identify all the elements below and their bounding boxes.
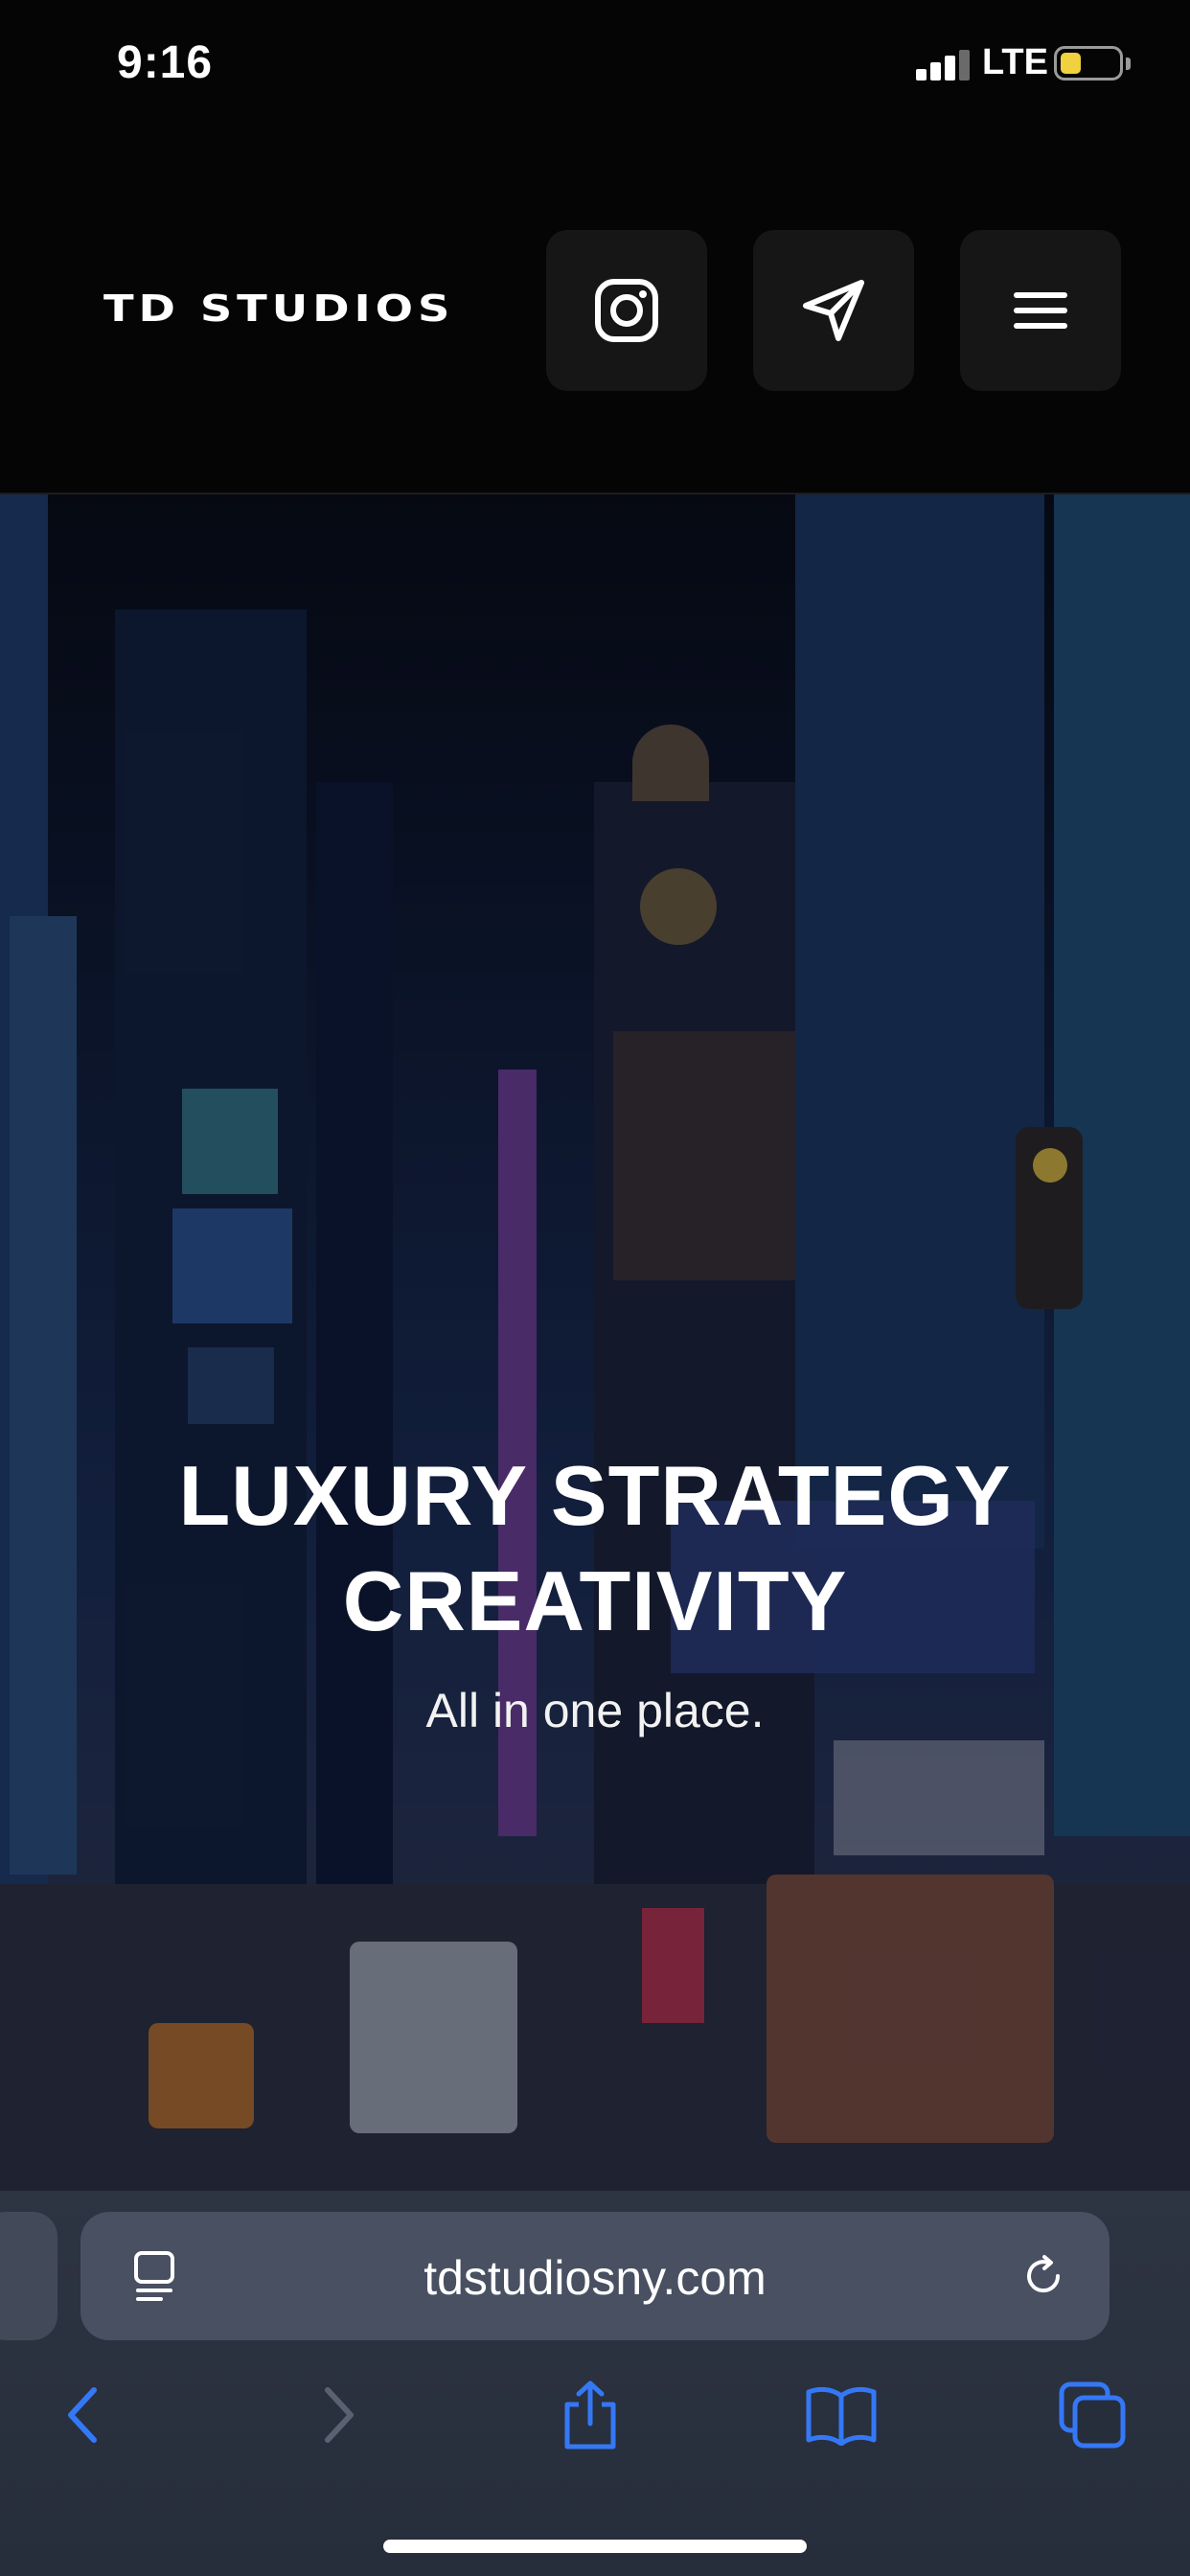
hero-subtitle: All in one place. <box>425 1684 765 1737</box>
home-indicator <box>383 2540 807 2553</box>
instagram-button[interactable] <box>546 230 707 391</box>
previous-tab-peek[interactable] <box>0 2212 57 2340</box>
forward-button[interactable] <box>291 2377 387 2453</box>
share-icon <box>564 2380 616 2450</box>
bookmarks-button[interactable] <box>793 2377 889 2453</box>
hero-title-line2: CREATIVITY <box>342 1553 848 1648</box>
battery-tip <box>1126 58 1131 70</box>
reload-icon[interactable] <box>1019 2252 1067 2300</box>
status-bar: 9:16 LTE <box>0 0 1190 126</box>
menu-icon <box>1014 292 1067 329</box>
url-text[interactable]: tdstudiosny.com <box>80 2250 1110 2306</box>
send-icon <box>803 280 864 341</box>
menu-button[interactable] <box>960 230 1121 391</box>
back-button[interactable] <box>34 2377 130 2453</box>
hero-title-line1: LUXURY STRATEGY <box>178 1448 1012 1543</box>
network-label: LTE <box>982 42 1048 82</box>
share-button[interactable] <box>542 2377 638 2453</box>
brand-logo[interactable]: TD STUDIOS <box>103 288 454 330</box>
back-icon <box>68 2387 97 2443</box>
instagram-icon <box>595 279 658 342</box>
forward-icon <box>325 2387 354 2443</box>
battery-fill <box>1061 53 1081 74</box>
tabs-button[interactable] <box>1044 2377 1140 2453</box>
bookmarks-icon <box>806 2386 877 2446</box>
cellular-signal-icon <box>916 50 972 80</box>
site-header: TD STUDIOS <box>0 126 1190 494</box>
battery-icon <box>1054 46 1123 80</box>
address-bar[interactable]: tdstudiosny.com <box>80 2212 1110 2340</box>
hero-section: LUXURY STRATEGY CREATIVITY All in one pl… <box>0 494 1190 2191</box>
tabs-icon <box>1059 2381 1126 2449</box>
status-time: 9:16 <box>117 37 214 88</box>
contact-button[interactable] <box>753 230 914 391</box>
